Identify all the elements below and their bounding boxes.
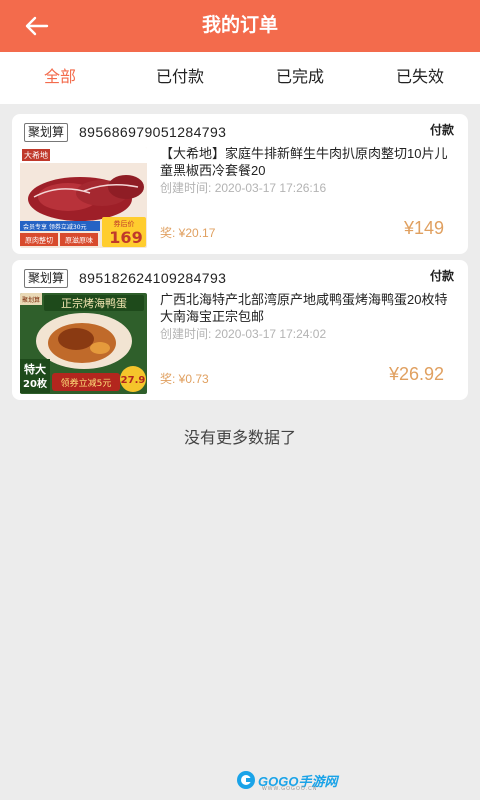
product-image[interactable]: 大希地 会员专享 领券立减30元 原肉整切 原滋原味 券后价 169 bbox=[20, 147, 147, 248]
order-price: ¥149 bbox=[403, 218, 444, 238]
tab-paid[interactable]: 已付款 bbox=[120, 52, 240, 104]
reward-amount: 奖: ¥0.73 bbox=[160, 372, 209, 386]
product-image[interactable]: 聚划算 正宗烤海鸭蛋 特大 20枚 领券立减5元 27.9 bbox=[20, 293, 147, 394]
order-status: 付款 bbox=[429, 269, 454, 283]
image-brand: 大希地 bbox=[24, 150, 48, 160]
order-number: 895686979051284793 bbox=[79, 124, 227, 140]
reward-amount: 奖: ¥20.17 bbox=[160, 226, 216, 240]
page-title: 我的订单 bbox=[201, 15, 278, 36]
order-status: 付款 bbox=[429, 123, 454, 137]
back-arrow-icon bbox=[25, 16, 49, 36]
gogo-logo-icon bbox=[237, 771, 255, 789]
image-count: 20枚 bbox=[23, 377, 48, 390]
image-tag-1: 原肉整切 bbox=[25, 236, 53, 245]
order-tabs: 全部 已付款 已完成 已失效 bbox=[0, 52, 480, 104]
product-name[interactable]: 广西北海特产北部湾原产地咸鸭蛋烤海鸭蛋20枚特大南海宝正宗包邮 bbox=[160, 291, 458, 325]
order-card[interactable]: 聚划算 895686979051284793 付款 大希地 会员专享 领券立减3… bbox=[12, 114, 468, 254]
created-time: 创建时间: 2020-03-17 17:26:16 bbox=[160, 181, 327, 195]
image-price: 169 bbox=[109, 228, 142, 247]
image-coupon: 领券立减5元 bbox=[61, 377, 112, 389]
product-name[interactable]: 【大希地】家庭牛排新鲜生牛肉扒原肉整切10片儿童黑椒西冷套餐20 bbox=[160, 145, 458, 179]
platform-tag: 聚划算 bbox=[24, 123, 69, 142]
image-price: 27.9 bbox=[121, 375, 146, 386]
order-card[interactable]: 聚划算 895182624109284793 付款 聚划算 正宗烤海鸭蛋 特大 … bbox=[12, 260, 468, 400]
top-bar: 我的订单 bbox=[0, 0, 480, 52]
image-banner: 正宗烤海鸭蛋 bbox=[61, 296, 127, 310]
image-size: 特大 bbox=[24, 362, 46, 376]
tab-expired[interactable]: 已失效 bbox=[360, 52, 480, 104]
tab-all[interactable]: 全部 bbox=[0, 52, 120, 104]
image-promo: 会员专享 领券立减30元 bbox=[23, 223, 87, 231]
no-more-data: 没有更多数据了 bbox=[183, 430, 296, 447]
order-price: ¥26.92 bbox=[388, 364, 444, 384]
back-button[interactable] bbox=[20, 12, 54, 40]
platform-tag: 聚划算 bbox=[24, 269, 69, 288]
image-brand: 聚划算 bbox=[22, 296, 40, 304]
created-time: 创建时间: 2020-03-17 17:24:02 bbox=[160, 327, 327, 341]
image-tag-2: 原滋原味 bbox=[65, 236, 93, 245]
watermark: GOGO手游网 WWW.GOGOO.CN bbox=[236, 770, 337, 792]
watermark-sub: WWW.GOGOO.CN bbox=[262, 786, 318, 792]
tab-completed[interactable]: 已完成 bbox=[240, 52, 360, 104]
order-number: 895182624109284793 bbox=[79, 270, 227, 286]
image-badge: 券后价 bbox=[114, 219, 135, 228]
